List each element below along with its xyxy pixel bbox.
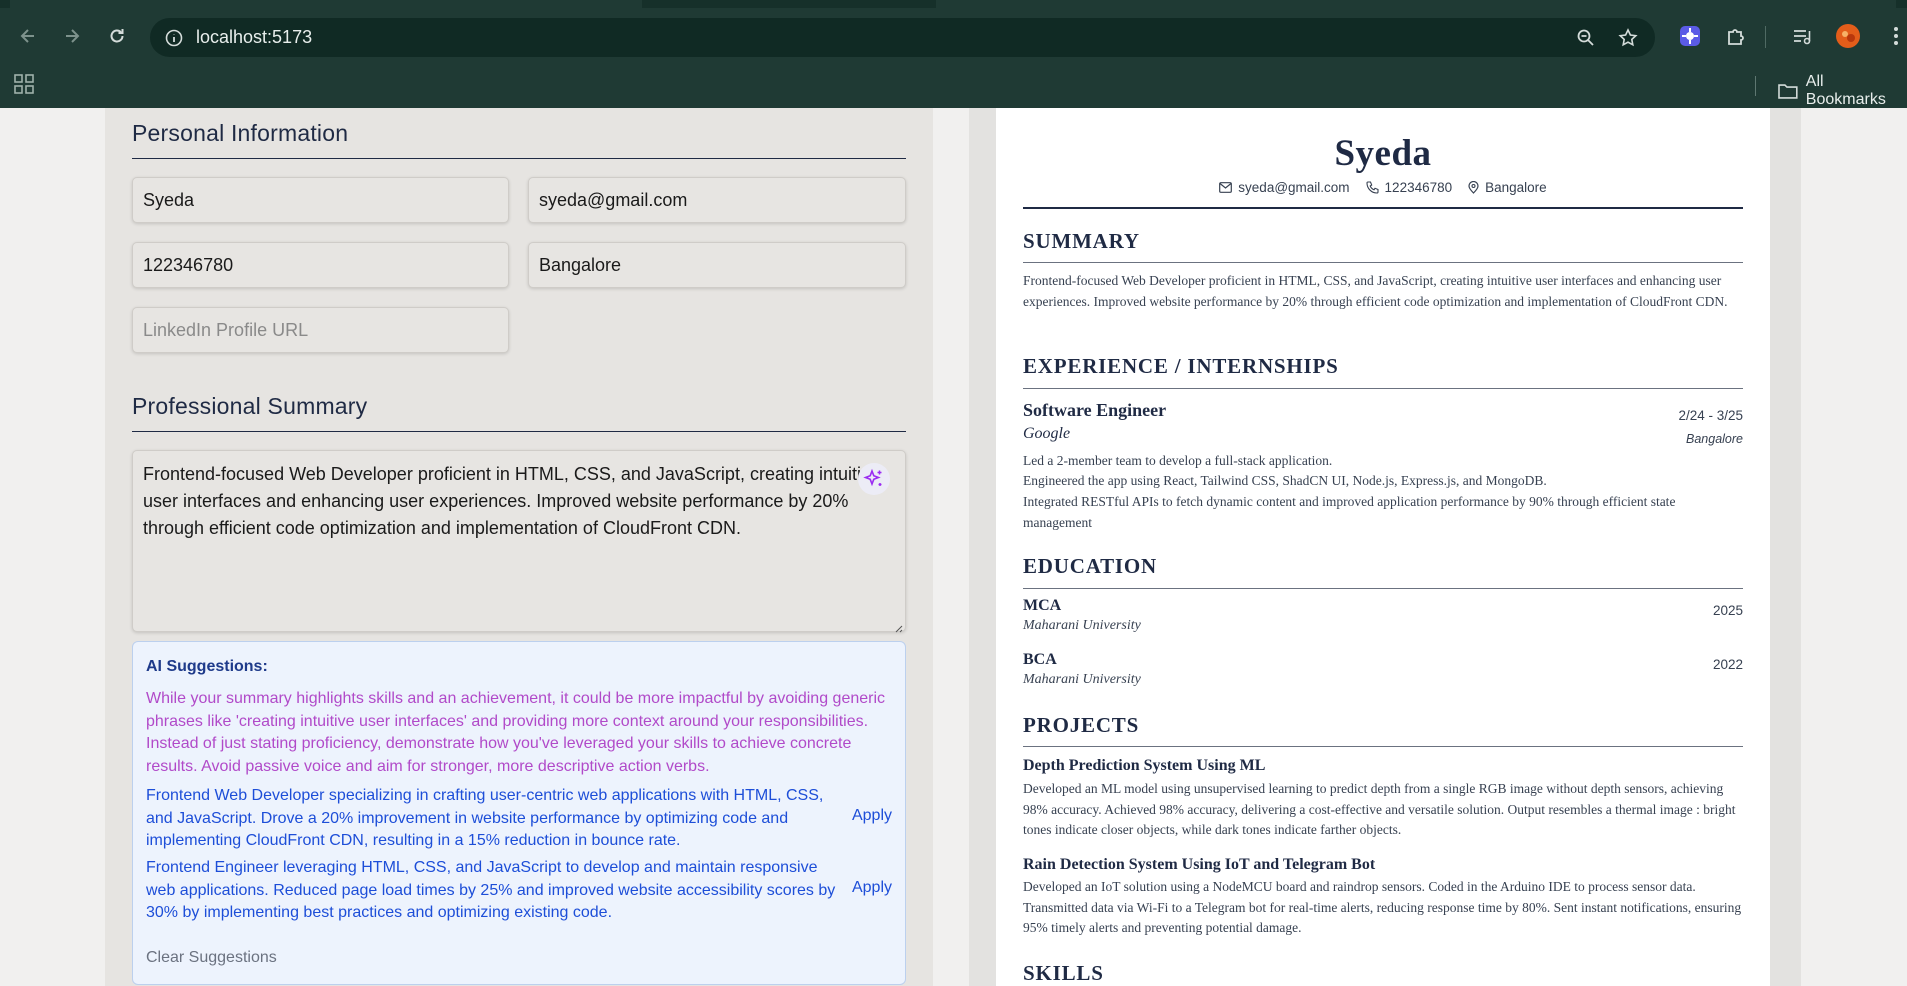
project-title: Depth Prediction System Using ML [1023, 757, 1266, 774]
ai-suggestions-title: AI Suggestions: [146, 658, 268, 675]
experience-location: Bangalore [1686, 432, 1743, 446]
mail-icon [1219, 182, 1233, 193]
education-degree: MCA [1023, 597, 1062, 614]
ai-suggestion-text: Frontend Engineer leveraging HTML, CSS, … [146, 859, 836, 921]
section-divider [1023, 746, 1743, 747]
bookmarks-divider [1755, 76, 1756, 96]
summary-heading: Professional Summary [132, 393, 368, 419]
address-bar[interactable]: localhost:5173 [150, 18, 1655, 57]
projects-section-heading: PROJECTS [1023, 713, 1140, 737]
education-year: 2025 [1712, 603, 1743, 618]
location-field[interactable]: Bangalore [528, 242, 906, 288]
toolbar-divider [1765, 26, 1766, 48]
experience-company: Google [1023, 425, 1071, 442]
education-school: Maharani University [1023, 618, 1141, 633]
resume-preview: Syeda syeda@gmail.com 122346780 Bangalor… [996, 108, 1770, 986]
header-divider [1023, 207, 1743, 209]
section-divider [1023, 588, 1743, 589]
clear-suggestions-button[interactable]: Clear Suggestions [146, 949, 277, 967]
browser-menu-icon[interactable] [1882, 22, 1907, 50]
experience-section-heading: EXPERIENCE / INTERNSHIPS [1023, 354, 1339, 378]
education-year: 2022 [1712, 657, 1743, 672]
profile-avatar[interactable] [1834, 22, 1862, 50]
back-button[interactable] [12, 20, 44, 52]
extension-icon[interactable] [1676, 22, 1704, 50]
ai-suggestion-text: Frontend Web Developer specializing in c… [146, 787, 824, 849]
section-divider [132, 431, 906, 432]
name-field[interactable]: Syeda [132, 177, 509, 223]
reload-button[interactable] [101, 20, 133, 52]
folder-icon [1778, 84, 1798, 99]
apply-suggestion-button[interactable]: Apply [852, 807, 892, 825]
experience-bullet: Integrated RESTful APIs to fetch dynamic… [1023, 494, 1676, 530]
url-text: localhost:5173 [196, 27, 313, 47]
bookmark-star-icon[interactable] [1616, 26, 1640, 50]
reload-icon [110, 29, 124, 43]
extensions-puzzle-icon[interactable] [1722, 22, 1750, 50]
apps-grid-icon[interactable] [12, 72, 38, 98]
browser-chrome: localhost:5173 All Bookmarks [0, 0, 1907, 108]
summary-section-heading: SUMMARY [1023, 229, 1140, 253]
project-title: Rain Detection System Using IoT and Tele… [1023, 856, 1376, 873]
experience-dates: 2/24 - 3/25 [1678, 408, 1743, 423]
personal-info-heading: Personal Information [132, 120, 349, 146]
section-divider [1023, 388, 1743, 389]
experience-role: Software Engineer [1023, 400, 1167, 420]
education-school: Maharani University [1023, 672, 1141, 687]
email-field[interactable]: syeda@gmail.com [528, 177, 906, 223]
skills-section-heading: SKILLS [1023, 961, 1104, 985]
resume-location: Bangalore [1485, 180, 1547, 195]
zoom-icon[interactable] [1574, 26, 1598, 50]
section-divider [132, 158, 906, 159]
forward-arrow-icon [66, 29, 80, 43]
browser-tab[interactable] [10, 0, 642, 8]
ai-suggestions-panel: AI Suggestions: While your summary highl… [132, 641, 906, 985]
resume-name: Syeda [1334, 133, 1432, 174]
scrollbar[interactable] [1901, 108, 1907, 986]
section-divider [1023, 262, 1743, 263]
page-content: Personal Information Syeda syeda@gmail.c… [0, 108, 1907, 986]
resume-phone: 122346780 [1384, 180, 1453, 195]
location-pin-icon [1468, 181, 1479, 194]
project-description: Developed an IoT solution using a NodeMC… [1023, 879, 1742, 935]
experience-bullet: Led a 2-member team to develop a full-st… [1023, 453, 1333, 468]
apply-suggestion-button[interactable]: Apply [852, 879, 892, 897]
ai-feedback-text: While your summary highlights skills and… [146, 690, 886, 775]
resume-email: syeda@gmail.com [1238, 180, 1350, 195]
summary-textarea[interactable]: Frontend-focused Web Developer proficien… [132, 450, 906, 632]
phone-icon [1365, 181, 1379, 194]
resume-contact-line: syeda@gmail.com 122346780 Bangalore [996, 180, 1770, 195]
education-section-heading: EDUCATION [1023, 554, 1157, 578]
site-info-icon[interactable] [164, 28, 184, 48]
all-bookmarks-button[interactable]: All Bookmarks [1778, 73, 1907, 109]
education-degree: BCA [1023, 651, 1057, 668]
sparkle-icon [863, 468, 882, 487]
all-bookmarks-label: All Bookmarks [1805, 73, 1886, 108]
project-description: Developed an ML model using unsupervised… [1023, 781, 1736, 837]
resume-summary-text: Frontend-focused Web Developer proficien… [1023, 273, 1728, 309]
phone-field[interactable]: 122346780 [132, 242, 509, 288]
media-controls-icon[interactable] [1788, 22, 1816, 50]
resize-handle[interactable] [893, 620, 903, 633]
experience-bullet: Engineered the app using React, Tailwind… [1023, 473, 1547, 488]
summary-text: Frontend-focused Web Developer proficien… [143, 464, 881, 538]
forward-button[interactable] [56, 20, 88, 52]
linkedin-field[interactable]: LinkedIn Profile URL [132, 307, 509, 353]
back-arrow-icon [20, 29, 34, 43]
ai-sparkle-button[interactable] [858, 463, 890, 495]
bookmarks-bar: All Bookmarks [0, 64, 1907, 108]
browser-tab[interactable] [936, 0, 1896, 8]
